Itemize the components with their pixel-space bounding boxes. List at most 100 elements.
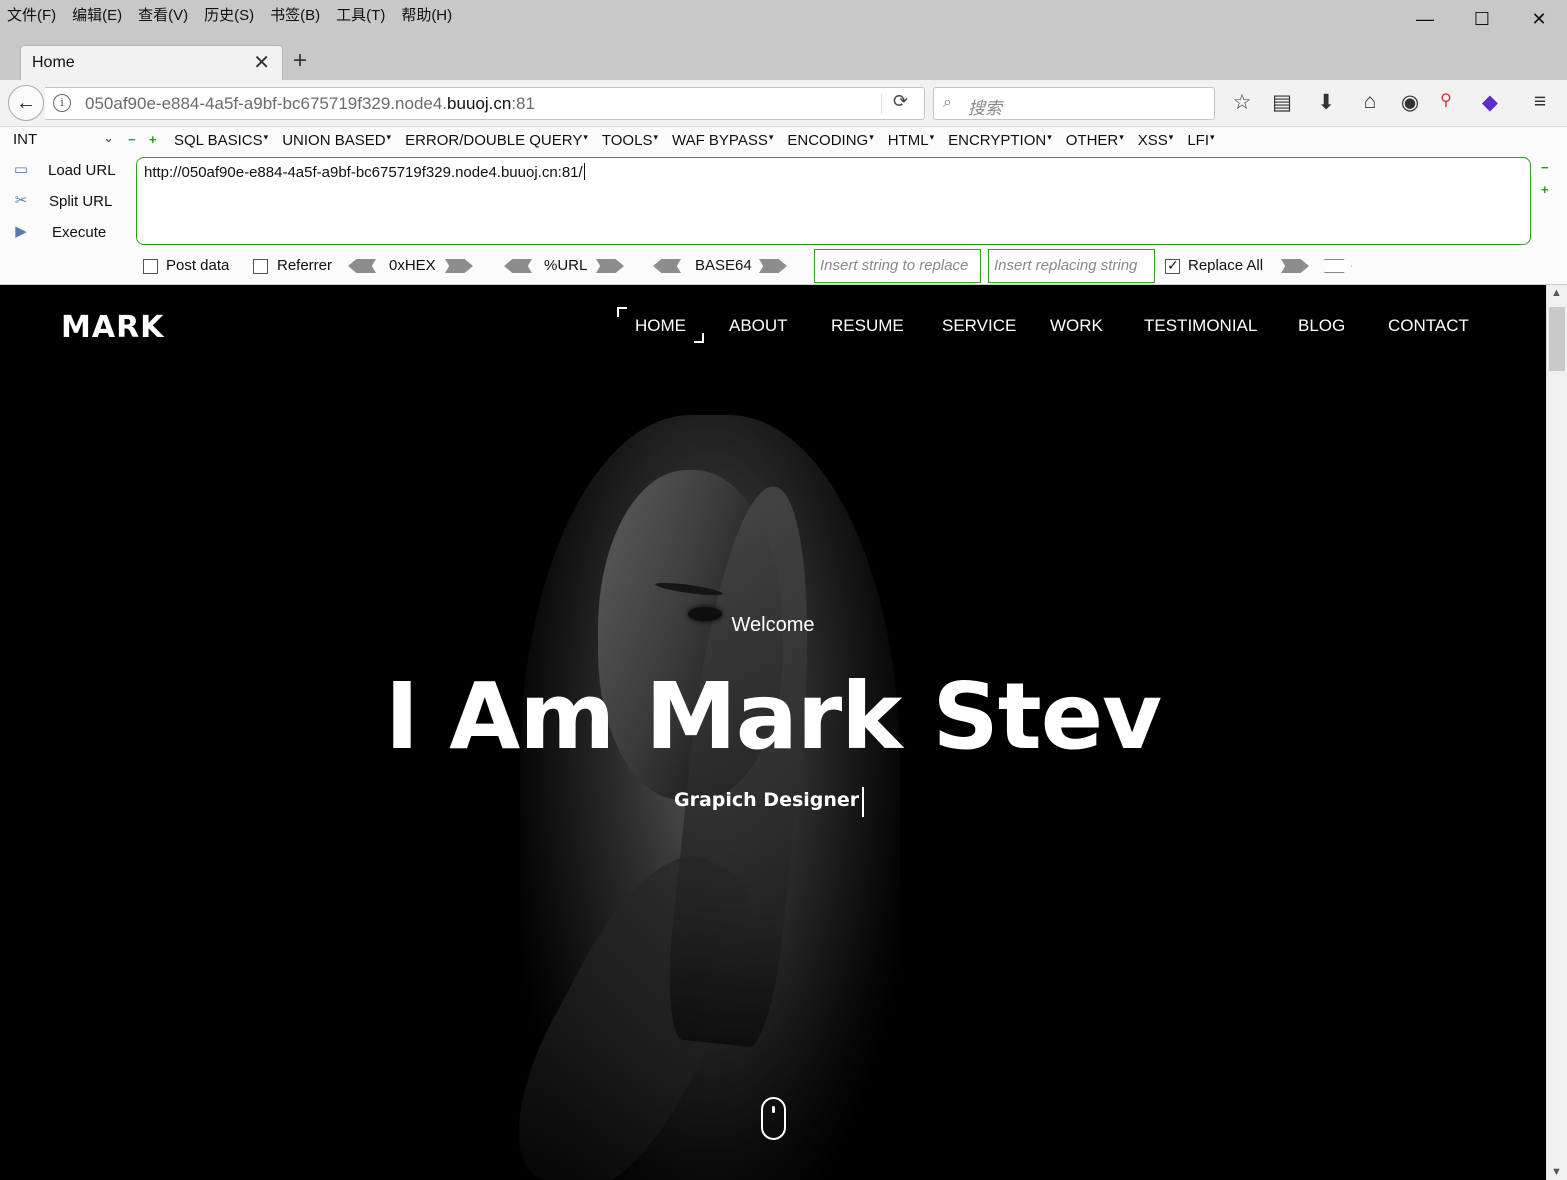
menu-xss[interactable]: XSS <box>1138 132 1174 149</box>
replace-right-arrow-icon[interactable] <box>1281 259 1309 273</box>
search-plugin-icon[interactable]: ⚲ <box>1432 90 1460 110</box>
info-icon[interactable]: i <box>53 94 71 112</box>
plus-icon[interactable]: + <box>149 133 159 146</box>
load-url-icon: ▭ <box>13 161 29 178</box>
home-icon[interactable]: ⌂ <box>1356 90 1384 114</box>
nav-service[interactable]: SERVICE <box>942 316 1016 336</box>
encoding-select-value: INT <box>13 131 38 148</box>
tab-home[interactable]: Home ✕ <box>20 45 283 80</box>
minus-icon[interactable]: − <box>128 133 138 146</box>
new-tab-button[interactable]: + <box>293 47 307 75</box>
menu-html[interactable]: HTML <box>888 132 934 149</box>
menu-bar: 文件(F) 编辑(E) 查看(V) 历史(S) 书签(B) 工具(T) 帮助(H… <box>0 0 1567 36</box>
execute-icon: ▶ <box>15 223 27 240</box>
split-url-label: Split URL <box>49 192 113 210</box>
menu-encryption[interactable]: ENCRYPTION <box>948 132 1052 149</box>
menu-tools-hb[interactable]: TOOLS <box>602 132 658 149</box>
url-text[interactable]: 050af90e-e884-4a5f-a9bf-bc675719f329.nod… <box>85 94 535 114</box>
shrink-textarea-icon[interactable]: − <box>1541 160 1549 175</box>
load-url-button[interactable]: ▭ Load URL <box>10 160 116 180</box>
minimize-button[interactable]: — <box>1410 8 1440 30</box>
replace-string-input[interactable]: Insert string to replace <box>814 249 981 283</box>
hero-subtitle: Grapich Designer <box>674 789 860 811</box>
menu-waf-bypass[interactable]: WAF BYPASS <box>672 132 773 149</box>
base64-decode-arrow-icon[interactable] <box>653 259 681 273</box>
replace-all-checkbox[interactable] <box>1165 257 1180 274</box>
menu-other[interactable]: OTHER <box>1066 132 1124 149</box>
hackbar-panel: INT ⌄ − + SQL BASICS UNION BASED ERROR/D… <box>0 127 1567 285</box>
menu-error-double-query[interactable]: ERROR/DOUBLE QUERY <box>405 132 588 149</box>
menu-lfi[interactable]: LFI <box>1187 132 1214 149</box>
search-placeholder: 搜索 <box>968 99 1002 118</box>
menu-list: 文件(F) 编辑(E) 查看(V) 历史(S) 书签(B) 工具(T) 帮助(H… <box>7 4 452 25</box>
replacing-string-input[interactable]: Insert replacing string <box>988 249 1155 283</box>
hex-encode-arrow-icon[interactable] <box>445 259 473 273</box>
scroll-thumb[interactable] <box>1549 307 1565 371</box>
scroll-down-arrow-icon[interactable]: ▼ <box>1551 1166 1562 1178</box>
active-nav-bracket-bottom <box>694 333 704 343</box>
nav-resume[interactable]: RESUME <box>831 316 904 336</box>
nav-work[interactable]: WORK <box>1050 316 1103 336</box>
post-data-checkbox[interactable] <box>143 259 158 274</box>
referrer-checkbox[interactable] <box>253 259 268 274</box>
menu-bookmarks[interactable]: 书签(B) <box>270 4 320 25</box>
hex-decode-arrow-icon[interactable] <box>348 259 376 273</box>
menu-history[interactable]: 历史(S) <box>204 4 254 25</box>
menu-encoding[interactable]: ENCODING <box>787 132 873 149</box>
search-icon: ⌕ <box>943 94 952 111</box>
base64-encode-arrow-icon[interactable] <box>759 259 787 273</box>
reload-icon[interactable]: ⟳ <box>893 91 908 112</box>
menu-help[interactable]: 帮助(H) <box>401 4 452 25</box>
nav-about[interactable]: ABOUT <box>729 316 788 336</box>
back-arrow-icon: ← <box>16 91 36 114</box>
replace-next-arrow-icon[interactable] <box>1324 259 1352 273</box>
menu-edit[interactable]: 编辑(E) <box>72 4 122 25</box>
back-button[interactable]: ← <box>8 85 44 121</box>
chevron-down-icon: ⌄ <box>103 130 114 145</box>
url-encode-arrow-icon[interactable] <box>596 259 624 273</box>
reading-list-icon[interactable]: ▤ <box>1268 90 1296 115</box>
nav-home[interactable]: HOME <box>635 316 686 336</box>
typing-caret <box>862 787 864 817</box>
encoding-select[interactable]: INT ⌄ <box>13 130 118 153</box>
url-decode-arrow-icon[interactable] <box>504 259 532 273</box>
site-logo[interactable]: MARK <box>61 310 164 345</box>
replace-all-label: Replace All <box>1188 257 1264 274</box>
url-textarea[interactable]: http://050af90e-e884-4a5f-a9bf-bc675719f… <box>136 157 1531 245</box>
base64-label: BASE64 <box>695 257 752 274</box>
execute-button[interactable]: ▶ Execute <box>10 222 106 242</box>
globe-icon[interactable]: ◉ <box>1396 90 1424 115</box>
close-window-button[interactable]: ✕ <box>1524 8 1554 30</box>
nav-contact[interactable]: CONTACT <box>1388 316 1469 336</box>
search-bar[interactable]: ⌕ 搜索 <box>933 87 1215 120</box>
navigation-bar: i 050af90e-e884-4a5f-a9bf-bc675719f329.n… <box>0 80 1567 127</box>
nav-blog[interactable]: BLOG <box>1298 316 1345 336</box>
hackbar-icon[interactable]: ◆ <box>1476 90 1504 115</box>
menu-file[interactable]: 文件(F) <box>7 4 56 25</box>
web-page: MARK HOME ABOUT RESUME SERVICE WORK TEST… <box>0 285 1546 1180</box>
expand-textarea-icon[interactable]: + <box>1541 182 1549 197</box>
hero-headline: I Am Mark Stev <box>384 663 1162 770</box>
url-separator <box>881 94 882 114</box>
execute-label: Execute <box>52 223 107 241</box>
scroll-up-arrow-icon[interactable]: ▲ <box>1551 287 1562 299</box>
close-tab-icon[interactable]: ✕ <box>253 50 270 75</box>
url-encode-label: %URL <box>544 257 588 274</box>
split-url-icon: ✂ <box>14 192 28 209</box>
hamburger-menu-icon[interactable]: ≡ <box>1526 90 1554 114</box>
menu-tools[interactable]: 工具(T) <box>336 4 385 25</box>
menu-sql-basics[interactable]: SQL BASICS <box>174 132 268 149</box>
maximize-button[interactable]: ☐ <box>1467 8 1497 30</box>
split-url-button[interactable]: ✂ Split URL <box>10 191 113 211</box>
menu-view[interactable]: 查看(V) <box>138 4 188 25</box>
url-textarea-value: http://050af90e-e884-4a5f-a9bf-bc675719f… <box>144 163 585 181</box>
hackbar-menus: SQL BASICS UNION BASED ERROR/DOUBLE QUER… <box>174 132 1215 149</box>
menu-union-based[interactable]: UNION BASED <box>282 132 391 149</box>
scroll-mouse-icon[interactable] <box>761 1097 786 1140</box>
bookmark-star-icon[interactable]: ☆ <box>1228 90 1256 115</box>
url-bar[interactable]: i 050af90e-e884-4a5f-a9bf-bc675719f329.n… <box>45 87 925 120</box>
nav-testimonial[interactable]: TESTIMONIAL <box>1144 316 1257 336</box>
page-scrollbar[interactable]: ▲ ▼ <box>1546 285 1567 1180</box>
download-icon[interactable]: ⬇ <box>1312 90 1340 115</box>
referrer-label: Referrer <box>277 257 333 274</box>
